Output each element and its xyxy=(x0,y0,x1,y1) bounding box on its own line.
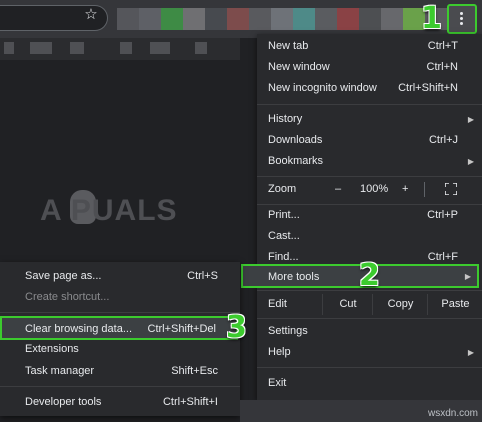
menu-item-label: Save page as... xyxy=(25,270,102,282)
brand-watermark: wsxdn.com xyxy=(427,408,478,419)
submenu-item-extensions[interactable]: Extensions xyxy=(0,339,240,360)
submenu-item-developer-tools[interactable]: Developer tools Ctrl+Shift+I xyxy=(0,392,240,413)
menu-item-new-incognito-window[interactable]: New incognito window Ctrl+Shift+N xyxy=(257,78,482,99)
watermark-logo: A PUALS xyxy=(40,194,178,227)
extension-icon[interactable] xyxy=(117,8,139,30)
extension-icon[interactable] xyxy=(337,8,359,30)
step-number-2: 2 xyxy=(359,258,380,293)
extension-icon[interactable] xyxy=(315,8,337,30)
menu-item-shortcut: Ctrl+N xyxy=(426,61,458,73)
menu-item-label: Create shortcut... xyxy=(25,291,110,303)
menu-item-label: Print... xyxy=(268,209,300,221)
menu-item-cast[interactable]: Cast... xyxy=(257,226,482,247)
submenu-arrow-icon: ▶ xyxy=(464,272,471,281)
extension-icon[interactable] xyxy=(271,8,293,30)
menu-item-history[interactable]: History ▶ xyxy=(257,109,482,130)
menu-item-shortcut: Ctrl+J xyxy=(428,134,458,146)
menu-divider xyxy=(257,290,482,291)
step-number-3: 3 xyxy=(226,310,247,345)
paste-button[interactable]: Paste xyxy=(427,294,482,315)
extension-icon[interactable] xyxy=(161,8,183,30)
zoom-divider xyxy=(424,182,425,197)
menu-item-label: Task manager xyxy=(25,365,95,377)
cut-button[interactable]: Cut xyxy=(322,294,373,315)
menu-item-shortcut: Ctrl+Shift+I xyxy=(162,396,218,408)
menu-divider xyxy=(257,318,482,319)
submenu-item-create-shortcut: Create shortcut... xyxy=(0,287,240,308)
submenu-item-save-page[interactable]: Save page as... Ctrl+S xyxy=(0,266,240,287)
extension-icon[interactable] xyxy=(359,8,381,30)
extension-icon[interactable] xyxy=(205,8,227,30)
status-bar: wsxdn.com xyxy=(240,400,482,422)
menu-item-label: Zoom xyxy=(268,183,297,195)
extension-icon[interactable] xyxy=(139,8,161,30)
menu-divider xyxy=(257,176,482,177)
menu-item-downloads[interactable]: Downloads Ctrl+J xyxy=(257,130,482,151)
menu-divider xyxy=(257,104,482,105)
submenu-arrow-icon: ▶ xyxy=(467,115,474,124)
copy-button[interactable]: Copy xyxy=(372,294,428,315)
fullscreen-icon[interactable] xyxy=(445,183,457,195)
menu-item-label: Edit xyxy=(268,298,287,310)
menu-item-label: Exit xyxy=(268,377,287,389)
menu-item-edit: Edit Cut Copy Paste xyxy=(257,294,482,315)
menu-item-settings[interactable]: Settings xyxy=(257,321,482,342)
star-icon[interactable]: ☆ xyxy=(82,6,100,24)
bookmarks-bar xyxy=(0,38,240,60)
submenu-arrow-icon: ▶ xyxy=(467,348,474,357)
menu-item-bookmarks[interactable]: Bookmarks ▶ xyxy=(257,151,482,172)
menu-item-label: History xyxy=(268,113,303,125)
zoom-out-button[interactable]: – xyxy=(335,179,341,200)
menu-item-label: Extensions xyxy=(25,343,79,355)
menu-item-shortcut: Ctrl+P xyxy=(427,209,458,221)
menu-item-label: More tools xyxy=(268,271,320,283)
menu-item-shortcut: Ctrl+Shift+Del xyxy=(147,323,216,335)
menu-button[interactable] xyxy=(447,4,477,34)
extension-icon[interactable] xyxy=(183,8,205,30)
submenu-item-task-manager[interactable]: Task manager Shift+Esc xyxy=(0,361,240,382)
menu-item-label: New tab xyxy=(268,40,309,52)
menu-divider xyxy=(0,386,240,387)
zoom-level: 100% xyxy=(360,183,389,195)
menu-item-shortcut: Ctrl+T xyxy=(427,40,458,52)
menu-item-print[interactable]: Print... Ctrl+P xyxy=(257,205,482,226)
menu-divider xyxy=(257,367,482,368)
menu-item-new-window[interactable]: New window Ctrl+N xyxy=(257,57,482,78)
extension-icon[interactable] xyxy=(381,8,403,30)
menu-item-label: New window xyxy=(268,61,330,73)
menu-item-label: Cast... xyxy=(268,230,300,242)
menu-item-label: Clear browsing data... xyxy=(25,323,132,335)
three-dot-menu-icon xyxy=(460,12,464,27)
step-number-1: 1 xyxy=(421,1,442,36)
menu-divider xyxy=(0,312,240,313)
extension-icon[interactable] xyxy=(249,8,271,30)
submenu-item-clear-browsing-data[interactable]: Clear browsing data... Ctrl+Shift+Del xyxy=(0,316,238,340)
menu-item-label: Developer tools xyxy=(25,396,102,408)
menu-item-shortcut: Shift+Esc xyxy=(171,365,218,377)
menu-item-help[interactable]: Help ▶ xyxy=(257,342,482,363)
menu-item-label: Help xyxy=(268,346,291,358)
menu-item-label: Settings xyxy=(268,325,308,337)
submenu-arrow-icon: ▶ xyxy=(467,157,474,166)
menu-item-exit[interactable]: Exit xyxy=(257,373,482,394)
menu-item-zoom: Zoom – 100% + xyxy=(257,179,482,200)
menu-item-shortcut: Ctrl+Shift+N xyxy=(398,82,458,94)
menu-item-new-tab[interactable]: New tab Ctrl+T xyxy=(257,36,482,57)
menu-item-label: New incognito window xyxy=(268,82,377,94)
menu-item-shortcut: Ctrl+S xyxy=(187,270,218,282)
extension-icon[interactable] xyxy=(227,8,249,30)
menu-item-label: Downloads xyxy=(268,134,323,146)
extension-icon[interactable] xyxy=(293,8,315,30)
menu-item-label: Bookmarks xyxy=(268,155,324,167)
zoom-in-button[interactable]: + xyxy=(402,179,408,200)
